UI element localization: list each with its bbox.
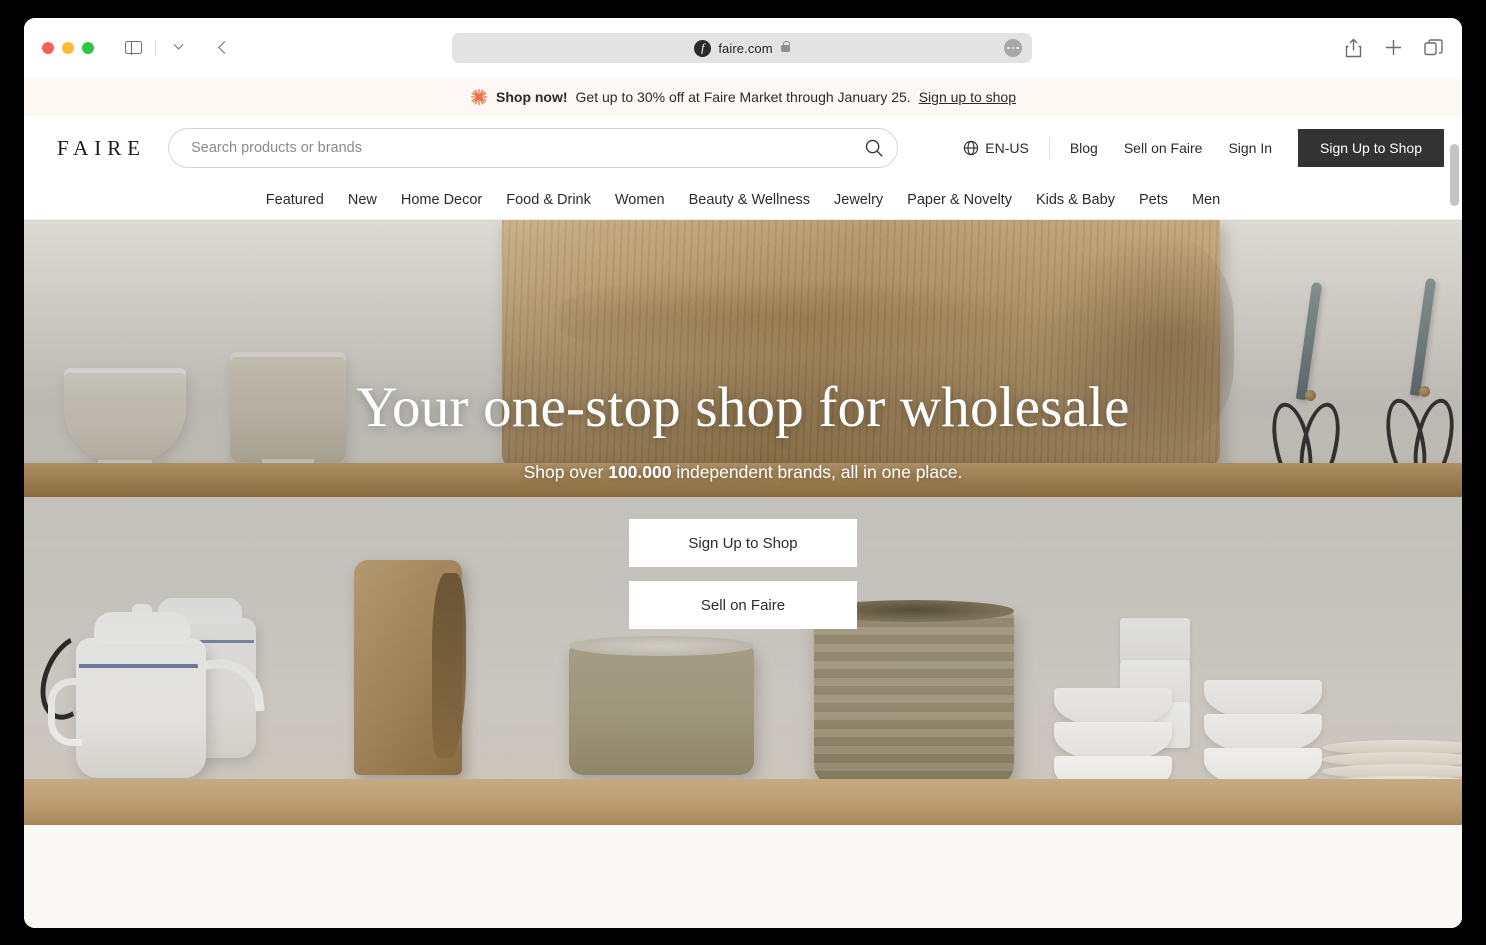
hero-buttons: Sign Up to Shop Sell on Faire (629, 519, 857, 629)
toolbar-left-controls (118, 34, 239, 62)
nav-item-paper-novelty[interactable]: Paper & Novelty (907, 192, 1012, 208)
hero-subtitle-count: 100.000 (608, 462, 672, 482)
page-scrollbar[interactable] (1450, 140, 1459, 920)
locale-selector[interactable]: EN-US (963, 140, 1029, 156)
hero-title: Your one-stop shop for wholesale (356, 376, 1130, 439)
promo-text: Get up to 30% off at Faire Market throug… (575, 89, 911, 105)
header-link-blog[interactable]: Blog (1070, 140, 1098, 156)
hero-subtitle-suffix: independent brands, all in one place. (671, 462, 963, 482)
zoom-window-button[interactable] (82, 41, 94, 54)
nav-item-pets[interactable]: Pets (1139, 192, 1168, 208)
header-link-sign-in[interactable]: Sign In (1228, 140, 1272, 156)
nav-item-women[interactable]: Women (615, 192, 665, 208)
sidebar-icon[interactable] (118, 34, 148, 62)
back-chevron-icon[interactable] (209, 34, 239, 62)
search-icon[interactable] (864, 138, 884, 158)
globe-icon (964, 140, 979, 156)
header-divider (1048, 137, 1050, 159)
hero-sell-button[interactable]: Sell on Faire (629, 581, 857, 629)
faire-logo[interactable]: FAIRE (57, 136, 146, 161)
nav-item-kids-baby[interactable]: Kids & Baby (1036, 192, 1115, 208)
header-link-sell-on-faire[interactable]: Sell on Faire (1124, 140, 1203, 156)
hero-subtitle: Shop over 100.000 independent brands, al… (524, 462, 963, 483)
address-bar[interactable]: f faire.com (452, 33, 1032, 63)
hero-subtitle-prefix: Shop over (523, 462, 609, 482)
hero-signup-button[interactable]: Sign Up to Shop (629, 519, 857, 567)
site-header: FAIRE EN-US (24, 116, 1462, 180)
header-signup-button[interactable]: Sign Up to Shop (1298, 129, 1444, 167)
search-input[interactable] (168, 128, 899, 168)
nav-item-men[interactable]: Men (1192, 192, 1220, 208)
toolbar-right-controls (1342, 37, 1444, 59)
minimize-window-button[interactable] (62, 41, 74, 54)
category-nav: Featured New Home Decor Food & Drink Wom… (24, 180, 1462, 220)
address-bar-url: faire.com (718, 40, 773, 56)
starburst-icon (470, 88, 488, 106)
browser-toolbar: f faire.com (24, 18, 1462, 78)
nav-item-new[interactable]: New (348, 192, 377, 208)
hero-section: Your one-stop shop for wholesale Shop ov… (24, 220, 1462, 825)
promo-banner: Shop now! Get up to 30% off at Faire Mar… (24, 78, 1462, 116)
toolbar-divider (155, 39, 156, 56)
ellipsis-icon[interactable] (1004, 39, 1022, 57)
nav-item-beauty-wellness[interactable]: Beauty & Wellness (689, 192, 810, 208)
nav-item-featured[interactable]: Featured (266, 192, 324, 208)
lock-icon (780, 40, 790, 52)
search-field[interactable] (168, 128, 899, 168)
address-bar-content: f faire.com (694, 39, 790, 57)
share-icon[interactable] (1342, 37, 1364, 59)
browser-window: f faire.com Shop now! Get up to 30% off … (24, 18, 1462, 928)
locale-label: EN-US (985, 140, 1029, 156)
chevron-down-icon[interactable] (163, 34, 193, 62)
promo-signup-link[interactable]: Sign up to shop (919, 89, 1016, 105)
plus-icon[interactable] (1382, 37, 1404, 59)
page-viewport: Shop now! Get up to 30% off at Faire Mar… (24, 78, 1462, 928)
tab-overview-icon[interactable] (1422, 37, 1444, 59)
nav-item-jewelry[interactable]: Jewelry (834, 192, 883, 208)
nav-item-food-and-drink[interactable]: Food & Drink (506, 192, 591, 208)
scrollbar-thumb[interactable] (1450, 144, 1459, 206)
promo-headline: Shop now! (496, 89, 568, 105)
traffic-lights (42, 41, 94, 54)
hero-content: Your one-stop shop for wholesale Shop ov… (24, 220, 1462, 825)
nav-item-home-decor[interactable]: Home Decor (401, 192, 482, 208)
header-right: EN-US Blog Sell on Faire Sign In Sign Up… (963, 129, 1444, 167)
page-bottom-spacer (24, 825, 1462, 928)
close-window-button[interactable] (42, 41, 54, 54)
faire-favicon: f (694, 39, 712, 57)
